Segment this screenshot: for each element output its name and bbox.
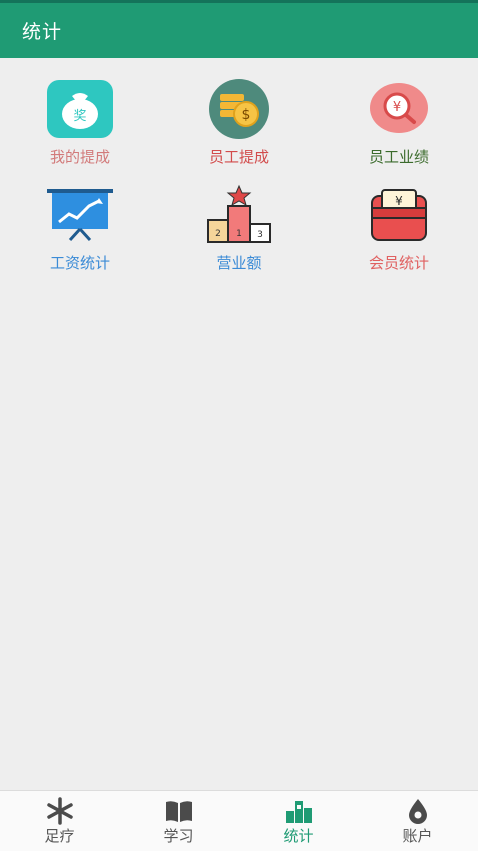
tab-statistics[interactable]: 统计 bbox=[239, 791, 358, 851]
tab-label: 学习 bbox=[163, 827, 194, 845]
tile-label: 工资统计 bbox=[49, 254, 110, 272]
search-yuan-icon: ¥ bbox=[364, 78, 434, 142]
presentation-chart-icon bbox=[45, 184, 115, 248]
bottom-nav: 足疗 学习 统计 账户 bbox=[0, 790, 478, 851]
tile-employee-performance[interactable]: ¥ 员工业绩 bbox=[334, 78, 464, 178]
svg-text:2: 2 bbox=[215, 229, 221, 239]
svg-text:¥: ¥ bbox=[393, 100, 401, 115]
tile-my-commission[interactable]: 奖 我的提成 bbox=[15, 78, 145, 178]
tab-learning[interactable]: 学习 bbox=[119, 791, 238, 851]
page-title: 统计 bbox=[22, 21, 63, 43]
tile-label: 会员统计 bbox=[368, 254, 429, 272]
drop-icon bbox=[403, 797, 433, 825]
wallet-icon: ¥ bbox=[364, 184, 434, 248]
svg-text:$: $ bbox=[242, 107, 251, 123]
tile-member-stats[interactable]: ¥ 会员统计 bbox=[334, 184, 464, 284]
svg-text:1: 1 bbox=[236, 229, 242, 239]
stats-icon bbox=[284, 797, 314, 825]
svg-text:¥: ¥ bbox=[395, 194, 403, 208]
tile-label: 营业额 bbox=[216, 254, 262, 272]
tile-label: 我的提成 bbox=[49, 148, 110, 166]
money-bag-icon: 奖 bbox=[45, 78, 115, 142]
book-icon bbox=[164, 797, 194, 825]
tile-revenue[interactable]: 2 1 3 营业额 bbox=[174, 184, 304, 284]
asterisk-icon bbox=[45, 797, 75, 825]
coins-icon: $ bbox=[204, 78, 274, 142]
tab-label: 足疗 bbox=[44, 827, 75, 845]
app-bar: 统计 bbox=[0, 0, 478, 58]
tile-label: 员工业绩 bbox=[368, 148, 429, 166]
svg-text:3: 3 bbox=[257, 230, 263, 240]
tab-account[interactable]: 账户 bbox=[358, 791, 477, 851]
podium-icon: 2 1 3 bbox=[204, 184, 274, 248]
svg-text:奖: 奖 bbox=[73, 109, 86, 124]
tile-salary-stats[interactable]: 工资统计 bbox=[15, 184, 145, 284]
tab-foot-therapy[interactable]: 足疗 bbox=[0, 791, 119, 851]
tab-label: 账户 bbox=[402, 827, 433, 845]
tile-employee-commission[interactable]: $ 员工提成 bbox=[174, 78, 304, 178]
tile-label: 员工提成 bbox=[208, 148, 269, 166]
tab-label: 统计 bbox=[283, 827, 314, 845]
